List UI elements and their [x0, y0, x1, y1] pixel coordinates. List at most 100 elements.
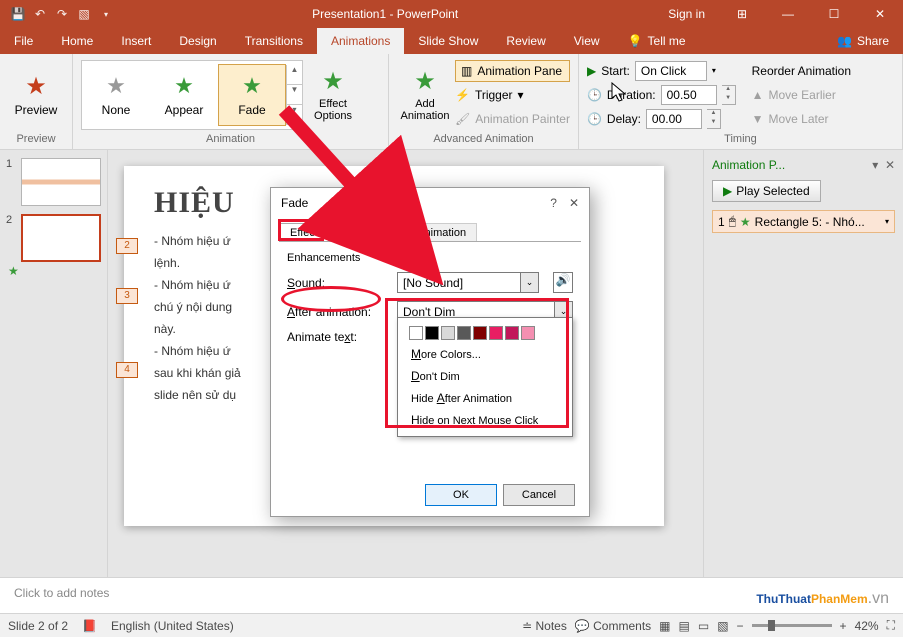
minimize-icon[interactable]: —: [765, 0, 811, 28]
tab-transitions[interactable]: Transitions: [231, 28, 317, 54]
gallery-none[interactable]: ★None: [82, 64, 150, 126]
color-swatch[interactable]: [425, 326, 439, 340]
hide-after-option[interactable]: Hide After Animation: [403, 387, 567, 409]
group-advanced-animation: ★Add Animation ▥Animation Pane ⚡Trigger …: [389, 54, 579, 149]
anim-handle-2[interactable]: 2: [116, 238, 138, 254]
ok-button[interactable]: OK: [425, 484, 497, 506]
pane-icon: ▥: [461, 64, 472, 78]
tab-file[interactable]: File: [0, 28, 47, 54]
duration-spinner[interactable]: ▲▼: [722, 85, 736, 105]
spellcheck-icon[interactable]: 📕: [82, 619, 97, 633]
tab-view[interactable]: View: [560, 28, 614, 54]
sorter-view-icon[interactable]: ▤: [679, 619, 690, 633]
slide-counter[interactable]: Slide 2 of 2: [8, 619, 68, 633]
qa-customize-icon[interactable]: ▾: [96, 4, 116, 24]
tab-effect[interactable]: Effect: [279, 223, 329, 242]
reading-view-icon[interactable]: ▭: [698, 619, 709, 633]
trigger-button[interactable]: ⚡Trigger ▾: [455, 84, 570, 106]
start-combo[interactable]: On Click: [635, 61, 707, 81]
tab-insert[interactable]: Insert: [107, 28, 165, 54]
close-icon[interactable]: ✕: [569, 196, 579, 210]
gallery-appear[interactable]: ★Appear: [150, 64, 218, 126]
sound-preview-icon[interactable]: 🔊: [553, 272, 573, 293]
mouse-icon: 🖱: [729, 214, 736, 229]
color-swatch[interactable]: [521, 326, 535, 340]
delay-spinner[interactable]: ▲▼: [707, 109, 721, 129]
gallery-spinner[interactable]: ▲▼▾: [286, 65, 302, 125]
sign-in-link[interactable]: Sign in: [654, 7, 719, 21]
tab-design[interactable]: Design: [165, 28, 230, 54]
delay-input[interactable]: 00.00: [646, 109, 702, 129]
tab-home[interactable]: Home: [47, 28, 107, 54]
move-earlier-button: ▲Move Earlier: [752, 84, 851, 106]
color-swatch[interactable]: [473, 326, 487, 340]
anim-handle-3[interactable]: 3: [116, 288, 138, 304]
dont-dim-option[interactable]: Don't Dim: [403, 365, 567, 387]
title-bar: 💾 ↶ ↷ ▧ ▾ Presentation1 - PowerPoint Sig…: [0, 0, 903, 28]
fit-icon[interactable]: ⛶: [887, 618, 895, 633]
dialog-tabs: Effect Timing Text Animation: [271, 218, 589, 241]
zoom-slider[interactable]: [752, 624, 832, 627]
group-label: Advanced Animation: [397, 131, 570, 147]
tell-me[interactable]: 💡Tell me: [614, 28, 700, 54]
sound-combo[interactable]: [No Sound]⌄: [397, 272, 539, 293]
cancel-button[interactable]: Cancel: [503, 484, 575, 506]
window-controls: ⊞ — ☐ ✕: [719, 0, 903, 28]
after-animation-label: After animation:: [287, 305, 387, 319]
pane-dropdown-icon[interactable]: ▾: [872, 158, 878, 172]
tab-timing[interactable]: Timing: [329, 223, 384, 242]
thumbnail-2[interactable]: 2: [6, 214, 101, 262]
tab-review[interactable]: Review: [492, 28, 559, 54]
language-button[interactable]: English (United States): [111, 619, 234, 633]
gallery-fade[interactable]: ★Fade: [218, 64, 286, 126]
notes-toggle[interactable]: ≐ Notes: [522, 619, 567, 633]
color-swatch[interactable]: [489, 326, 503, 340]
status-bar: Slide 2 of 2 📕 English (United States) ≐…: [0, 613, 903, 637]
comments-toggle[interactable]: 💬 Comments: [575, 619, 651, 633]
animation-item[interactable]: 1🖱★Rectangle 5: - Nhó...▾: [712, 210, 895, 233]
color-swatch[interactable]: [441, 326, 455, 340]
star-icon: ★: [106, 73, 126, 99]
redo-icon[interactable]: ↷: [52, 4, 72, 24]
save-icon[interactable]: 💾: [8, 4, 28, 24]
zoom-out-icon[interactable]: −: [737, 619, 744, 633]
effect-options-button[interactable]: ★Effect Options: [305, 60, 361, 130]
color-swatch[interactable]: [457, 326, 471, 340]
share-icon: 👥: [837, 34, 852, 48]
ribbon-display-icon[interactable]: ⊞: [719, 0, 765, 28]
zoom-in-icon[interactable]: +: [840, 619, 847, 633]
color-swatch[interactable]: [409, 326, 423, 340]
tab-slideshow[interactable]: Slide Show: [404, 28, 492, 54]
start-from-beginning-icon[interactable]: ▧: [74, 4, 94, 24]
dialog-titlebar[interactable]: Fade ? ✕: [271, 188, 589, 218]
close-icon[interactable]: ✕: [857, 0, 903, 28]
tab-animations[interactable]: Animations: [317, 28, 404, 54]
normal-view-icon[interactable]: ▦: [659, 619, 670, 633]
animation-pane-button[interactable]: ▥Animation Pane: [455, 60, 570, 82]
dialog-body: Enhancements Sound: [No Sound]⌄ 🔊 After …: [279, 241, 581, 487]
add-animation-button[interactable]: ★Add Animation: [397, 60, 453, 130]
hide-next-click-option[interactable]: Hide on Next Mouse Click: [403, 409, 567, 431]
dialog-title: Fade: [281, 196, 308, 210]
section-heading: Enhancements: [287, 252, 573, 264]
slideshow-view-icon[interactable]: ▧: [717, 619, 728, 633]
zoom-value[interactable]: 42%: [855, 619, 879, 633]
thumbnail-1[interactable]: 1: [6, 158, 101, 206]
chevron-down-icon[interactable]: ⌄: [520, 273, 538, 292]
animation-gallery[interactable]: ★None ★Appear ★Fade ▲▼▾: [81, 60, 303, 130]
preview-button[interactable]: ★ Preview: [8, 60, 64, 130]
share-button[interactable]: 👥Share: [823, 28, 903, 54]
undo-icon[interactable]: ↶: [30, 4, 50, 24]
more-colors-option[interactable]: More Colors...: [403, 343, 567, 365]
clock-icon: 🕒: [587, 112, 602, 126]
tab-text-animation[interactable]: Text Animation: [384, 223, 478, 242]
anim-handle-4[interactable]: 4: [116, 362, 138, 378]
down-icon: ▼: [752, 112, 764, 126]
close-pane-icon[interactable]: ✕: [885, 158, 895, 172]
help-icon[interactable]: ?: [550, 196, 557, 210]
clock-icon: 🕒: [587, 88, 602, 102]
duration-input[interactable]: 00.50: [661, 85, 717, 105]
play-selected-button[interactable]: ▶Play Selected: [712, 180, 821, 202]
maximize-icon[interactable]: ☐: [811, 0, 857, 28]
color-swatch[interactable]: [505, 326, 519, 340]
